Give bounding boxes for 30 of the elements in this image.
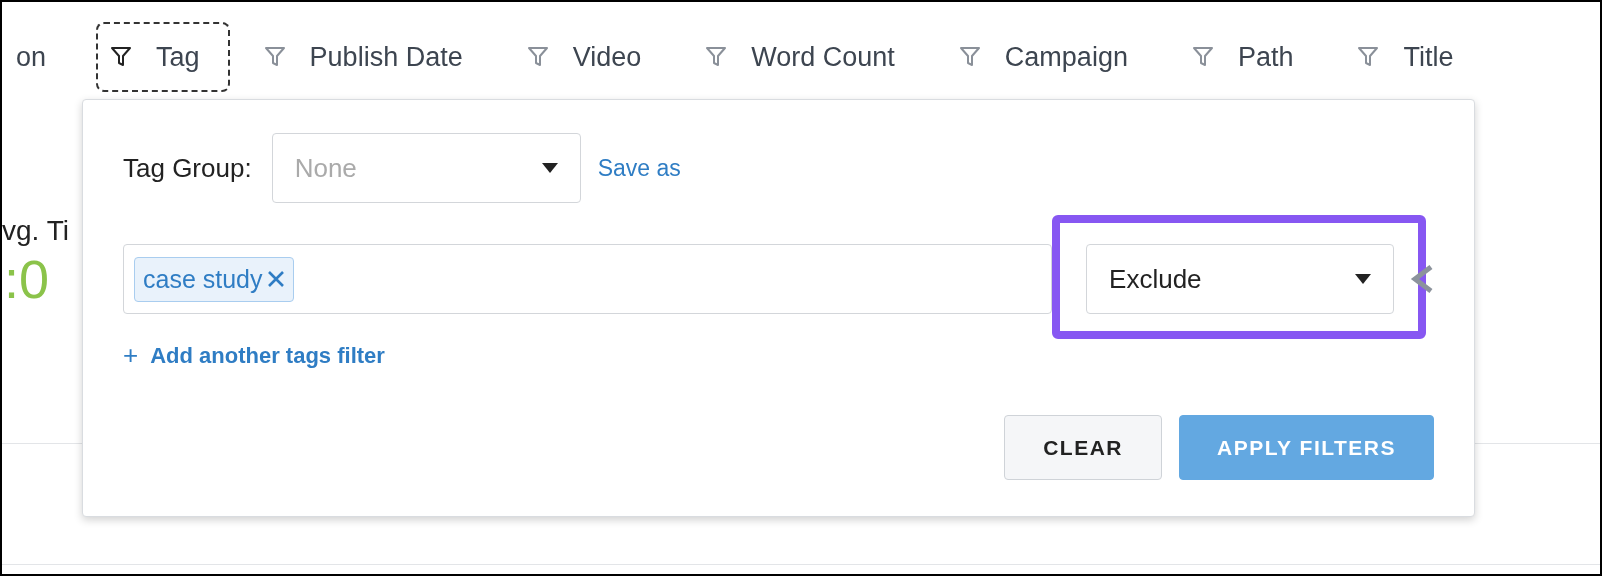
filter-icon [263, 45, 286, 69]
filter-tab[interactable]: Publish Date [249, 22, 493, 92]
filter-icon [1191, 45, 1214, 69]
mode-select[interactable]: Exclude [1086, 244, 1395, 314]
tag-group-label: Tag Group: [123, 152, 252, 184]
filter-icon [110, 45, 133, 69]
caret-icon [1355, 274, 1372, 284]
metric-value: :0 [4, 248, 50, 310]
filter-tab[interactable]: Word Count [691, 22, 925, 92]
filter-icon [526, 45, 549, 69]
tags-input[interactable]: case study [123, 244, 1053, 314]
filter-tab[interactable]: Path [1177, 22, 1324, 92]
filter-tab[interactable]: Video [512, 22, 672, 92]
filter-tab[interactable]: Tag [96, 22, 230, 92]
caret-icon [541, 163, 558, 173]
close-icon[interactable] [1410, 264, 1434, 294]
metric-label: vg. Ti [2, 214, 69, 248]
clear-button[interactable]: CLEAR [1004, 415, 1162, 480]
filter-icon [705, 45, 728, 69]
save-as-link[interactable]: Save as [597, 154, 681, 182]
plus-icon: + [123, 340, 139, 371]
remove-icon[interactable] [266, 270, 285, 288]
add-filter-link[interactable]: + Add another tags filter [123, 340, 385, 371]
filter-tab[interactable]: on [2, 22, 77, 92]
filter-icon [1357, 45, 1380, 69]
tag-chip-label: case study [143, 264, 263, 294]
filter-tab[interactable]: Title [1343, 22, 1484, 92]
filter-tab[interactable]: Campaign [944, 22, 1158, 92]
filter-icon [958, 45, 981, 69]
add-filter-label: Add another tags filter [150, 342, 385, 369]
